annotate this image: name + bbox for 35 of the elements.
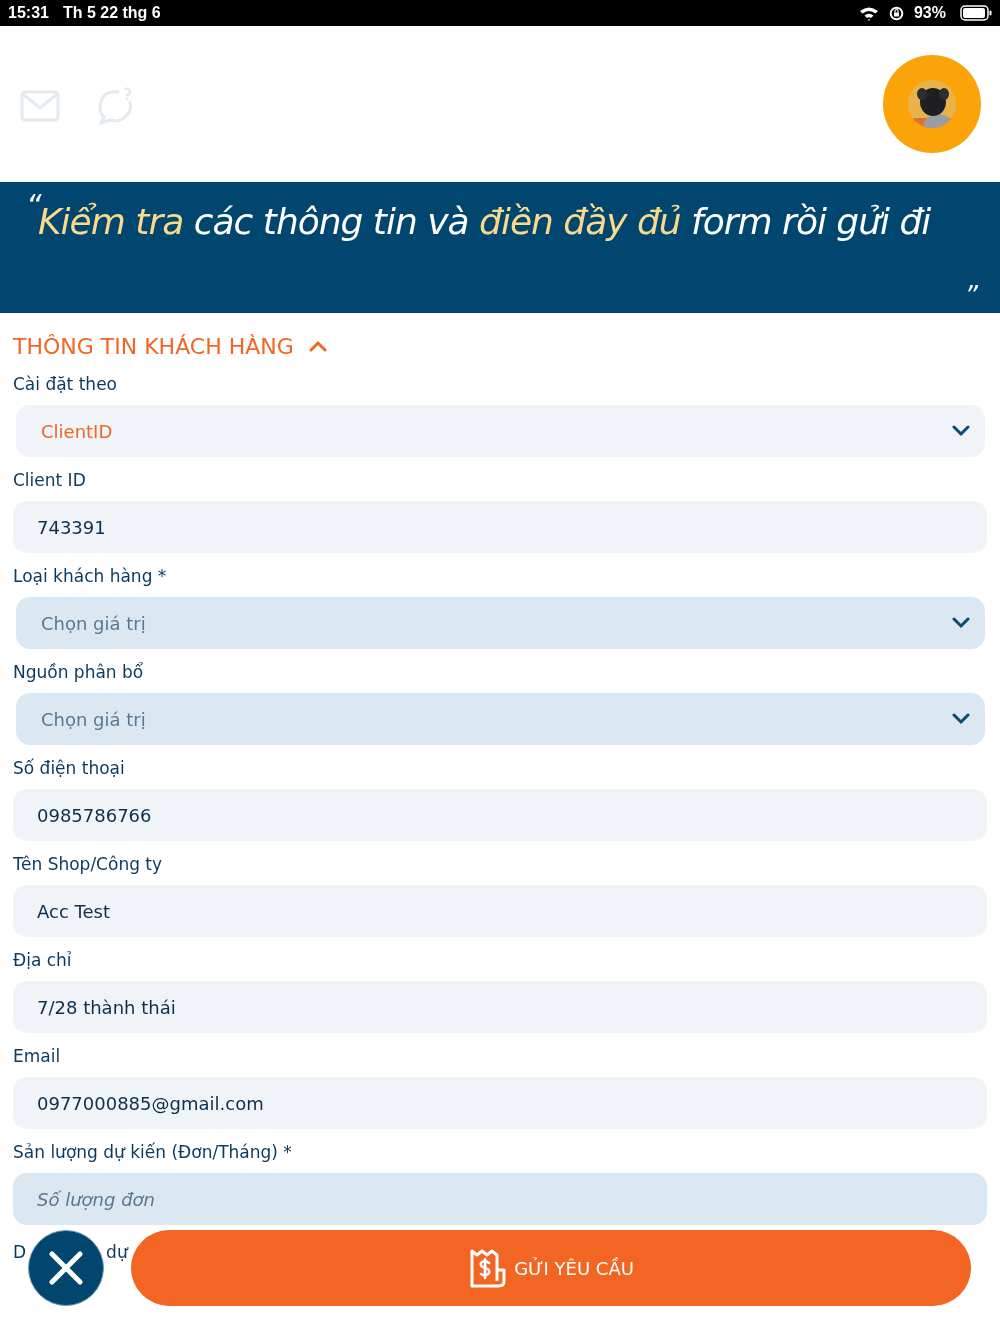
battery-percentage: 93% (913, 4, 946, 22)
chevron-down-icon (951, 617, 971, 629)
field-label: D (13, 1241, 27, 1264)
status-time: 15:31 (8, 4, 49, 22)
field-label: Cài đặt theo (13, 373, 118, 396)
input-field[interactable]: 0977000885@gmail.com (13, 1077, 987, 1129)
close-icon (48, 1250, 84, 1286)
submit-button[interactable]: GỬI YÊU CẦU (131, 1230, 971, 1306)
dropdown-field[interactable]: ClientID (16, 405, 985, 457)
field-label: Địa chỉ (13, 949, 73, 972)
wifi-icon (858, 5, 879, 21)
field-label: Sản lượng dự kiến (Đơn/Tháng) * (13, 1141, 293, 1164)
battery-icon (960, 5, 992, 21)
section-title[interactable]: THÔNG TIN KHÁCH HÀNG (13, 333, 294, 359)
status-date: Th 5 22 thg 6 (62, 4, 161, 22)
field-label: Số điện thoại (13, 757, 126, 780)
rotation-lock-icon (888, 5, 904, 21)
input-field[interactable]: 0985786766 (13, 789, 987, 841)
receipt-dollar-icon (468, 1248, 509, 1288)
field-label: Tên Shop/Công ty (13, 853, 164, 876)
input-field[interactable]: 743391 (13, 501, 987, 553)
dropdown-field[interactable]: Chọn giá trị (16, 597, 985, 649)
field-label: Nguồn phân bổ (13, 661, 145, 684)
field-label: Email (13, 1045, 62, 1068)
field-label: Loại khách hàng * (13, 565, 168, 588)
input-field[interactable]: Acc Test (13, 885, 987, 937)
chevron-icon[interactable] (307, 339, 328, 353)
input-field[interactable]: 7/28 thành thái (13, 981, 987, 1033)
chevron-down-icon (951, 713, 971, 725)
dropdown-field[interactable]: Chọn giá trị (16, 693, 985, 745)
chevron-down-icon (951, 425, 971, 437)
field-label: Client ID (13, 469, 87, 492)
close-quote-mark: ” (964, 283, 978, 309)
input-field[interactable]: Số lượng đơn (13, 1173, 987, 1225)
field-label: dự (106, 1241, 128, 1264)
